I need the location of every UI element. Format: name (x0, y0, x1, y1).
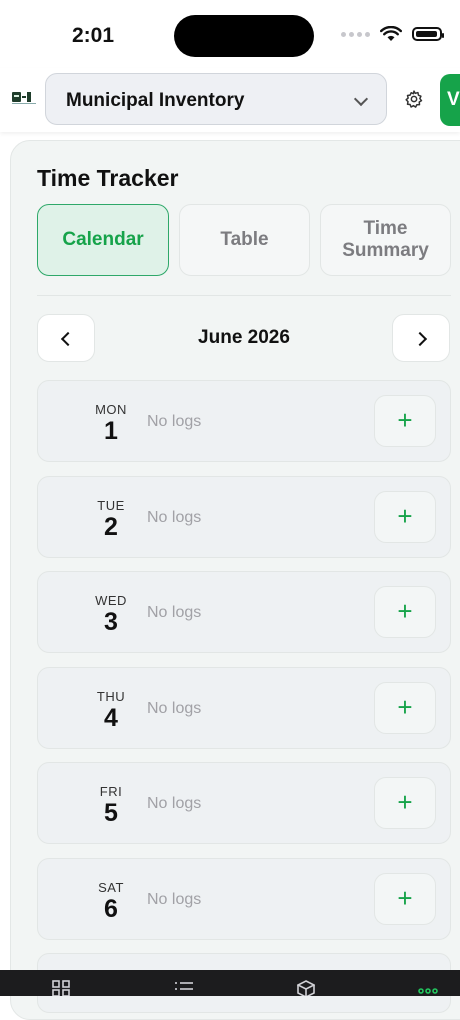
tab-label: Table (220, 229, 269, 250)
status-icons (341, 26, 444, 42)
list-icon[interactable] (174, 980, 194, 996)
weekday-label: THU (96, 689, 126, 704)
add-log-button[interactable]: + (374, 586, 436, 638)
add-log-button[interactable]: + (374, 777, 436, 829)
date-number: 5 (104, 799, 118, 827)
avatar-initial: V (447, 89, 460, 110)
add-log-button[interactable]: + (374, 395, 436, 447)
wifi-icon (380, 26, 402, 41)
tab-label: Calendar (62, 229, 144, 250)
project-selector-label: Municipal Inventory (66, 90, 245, 111)
dynamic-island (174, 15, 314, 57)
date-number: 1 (104, 417, 118, 445)
day-row: FRI 5 No logs + (37, 762, 451, 844)
page-title: Time Tracker (37, 165, 179, 191)
log-status: No logs (147, 700, 202, 717)
weekday-label: WED (95, 593, 127, 608)
date-number: 3 (104, 608, 118, 636)
weekday-label: FRI (99, 784, 123, 799)
add-log-button[interactable]: + (374, 491, 436, 543)
log-status: No logs (147, 604, 202, 621)
log-status: No logs (147, 413, 202, 430)
bottom-tab-bar (0, 970, 460, 996)
box-icon[interactable] (297, 980, 315, 996)
log-status: No logs (147, 891, 202, 908)
project-selector[interactable]: Municipal Inventory (45, 73, 387, 125)
date-number: 4 (104, 704, 118, 732)
tab-label: Time Summary (342, 218, 429, 261)
grid-icon[interactable] (52, 980, 70, 996)
weekday-label: TUE (97, 498, 125, 513)
add-log-button[interactable]: + (374, 682, 436, 734)
company-logo (12, 92, 36, 104)
signal-icon (341, 31, 370, 37)
day-row: MON 1 No logs + (37, 380, 451, 462)
day-row: THU 4 No logs + (37, 667, 451, 749)
weekday-label: SAT (98, 880, 124, 895)
add-log-button[interactable]: + (374, 873, 436, 925)
app-header: Municipal Inventory V (0, 68, 460, 132)
tab-table[interactable]: Table (179, 204, 310, 276)
day-row: WED 3 No logs + (37, 571, 451, 653)
next-month-button[interactable] (392, 314, 450, 362)
user-avatar[interactable]: V (440, 74, 460, 126)
gear-icon[interactable] (404, 89, 424, 109)
weekday-label: MON (95, 402, 127, 417)
tab-calendar[interactable]: Calendar (37, 204, 169, 276)
chevron-down-icon (353, 91, 369, 107)
status-time: 2:01 (72, 24, 115, 47)
chevron-right-icon (412, 331, 428, 347)
more-icon[interactable] (418, 988, 438, 994)
date-number: 6 (104, 895, 118, 923)
previous-month-button[interactable] (37, 314, 95, 362)
date-number: 2 (104, 513, 118, 541)
day-row: TUE 2 No logs + (37, 476, 451, 558)
log-status: No logs (147, 509, 202, 526)
chevron-left-icon (60, 331, 76, 347)
battery-icon (412, 27, 444, 41)
day-row: SAT 6 No logs + (37, 858, 451, 940)
divider (37, 295, 451, 296)
tab-time-summary[interactable]: Time Summary (320, 204, 451, 276)
status-bar: 2:01 (0, 0, 460, 68)
log-status: No logs (147, 795, 202, 812)
month-label: June 2026 (198, 327, 290, 348)
